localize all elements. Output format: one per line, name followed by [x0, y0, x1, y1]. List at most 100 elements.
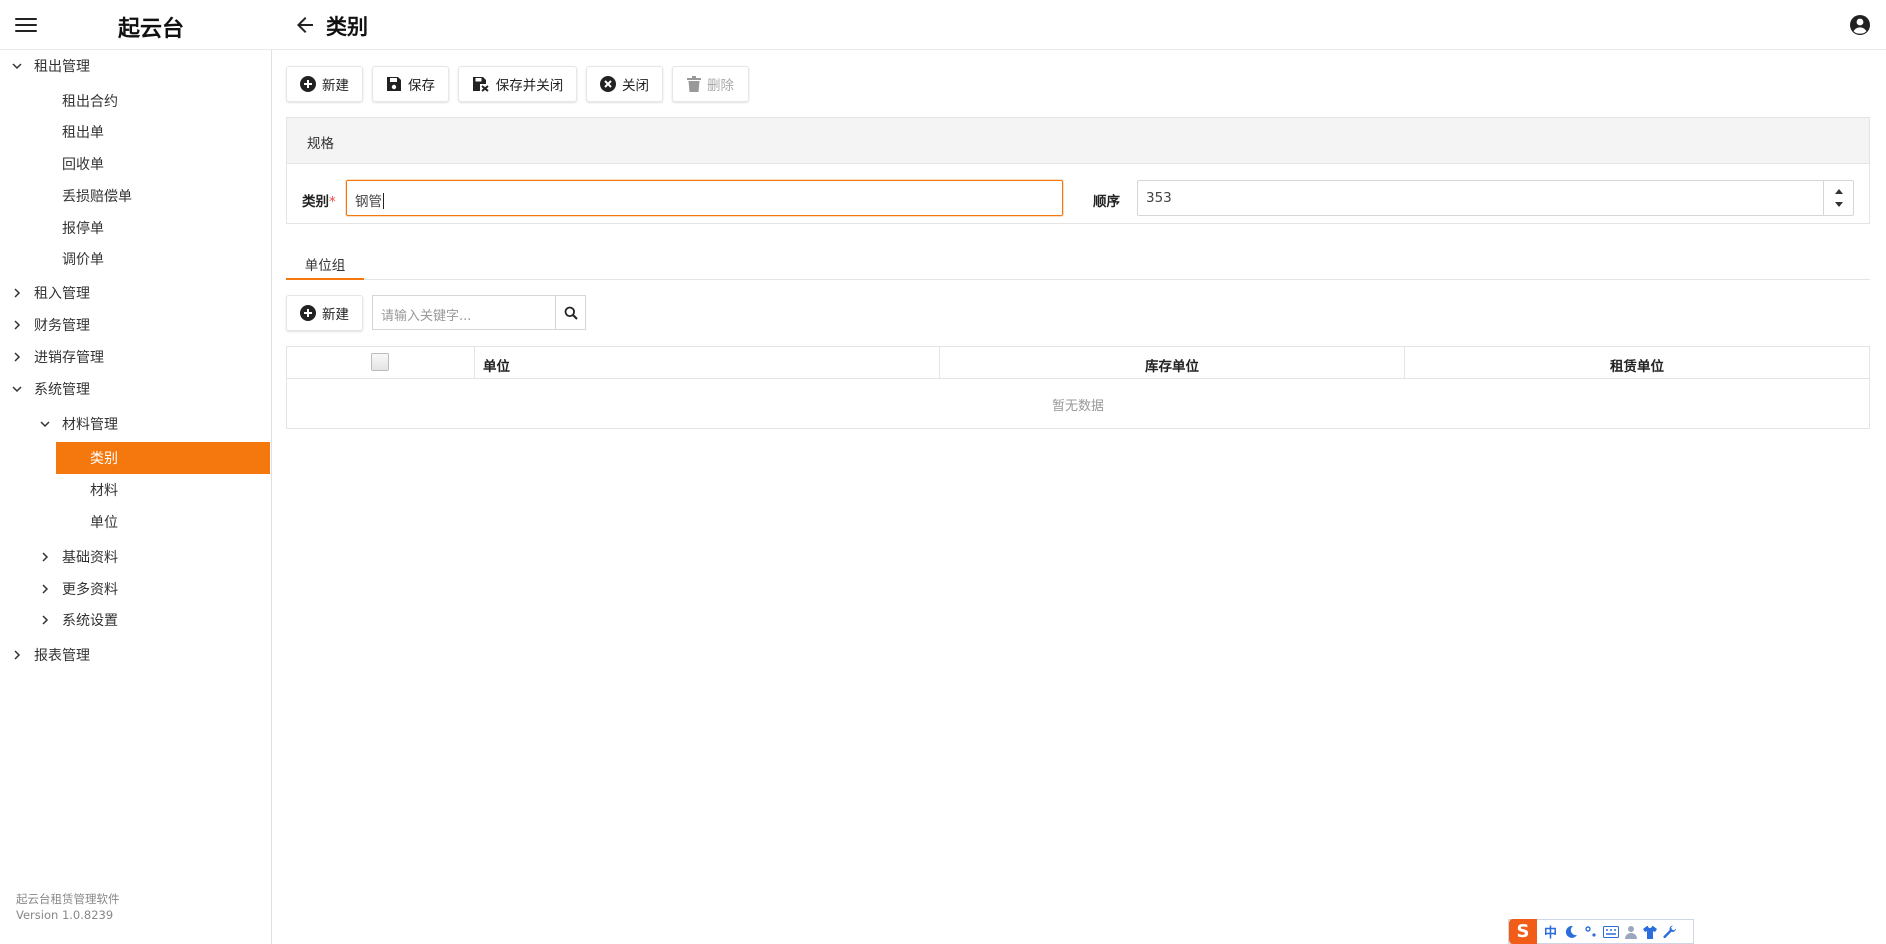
punctuation-icon[interactable] — [1585, 925, 1597, 939]
category-input[interactable]: 钢管 — [346, 180, 1063, 216]
sidebar-item-category[interactable]: 类别 — [56, 442, 270, 474]
category-label-text: 类别 — [302, 194, 329, 210]
chevron-right-icon — [14, 650, 21, 660]
sidebar-item-unit[interactable]: 单位 — [90, 507, 118, 537]
sidebar-item-price-adjust[interactable]: 调价单 — [62, 244, 104, 274]
save-and-close-label: 保存并关闭 — [495, 78, 564, 94]
sidebar-item-label: 丢损赔偿单 — [62, 189, 132, 205]
close-circle-icon — [600, 76, 616, 92]
sidebar-group-label: 财务管理 — [34, 318, 90, 334]
search-input[interactable]: 请输入关键字... — [372, 295, 555, 330]
search-icon — [564, 306, 578, 320]
increment-arrow-icon[interactable] — [1835, 189, 1843, 194]
sidebar-subgroup-materials[interactable]: 材料管理 — [38, 409, 118, 439]
trash-icon — [687, 76, 701, 92]
product-name: 起云台租赁管理软件 — [16, 892, 120, 906]
sidebar-subgroup-label: 更多资料 — [62, 582, 118, 598]
save-close-icon — [472, 77, 489, 92]
table-header: 单位 库存单位 租赁单位 — [287, 347, 1869, 379]
new-button[interactable]: 新建 — [286, 66, 363, 102]
category-input-value: 钢管 — [355, 194, 382, 210]
sidebar-subgroup-label: 基础资料 — [62, 550, 118, 566]
select-all-checkbox[interactable] — [371, 353, 389, 371]
delete-button-label: 删除 — [707, 78, 734, 94]
chevron-right-icon — [42, 552, 49, 562]
unit-table: 单位 库存单位 租赁单位 暂无数据 — [286, 346, 1870, 429]
chevron-down-icon — [12, 386, 22, 393]
chevron-down-icon — [12, 63, 22, 70]
sidebar-group-label: 报表管理 — [34, 648, 90, 664]
sidebar-item-label: 调价单 — [62, 252, 104, 268]
tab-unit-group[interactable]: 单位组 — [286, 248, 364, 280]
account-icon[interactable] — [1848, 13, 1872, 37]
chevron-right-icon — [42, 584, 49, 594]
empty-state-text: 暂无数据 — [1051, 399, 1104, 414]
chevron-right-icon — [14, 352, 21, 362]
delete-button[interactable]: 删除 — [672, 66, 749, 102]
tabs-divider — [286, 279, 1870, 280]
sidebar-subgroup-label: 系统设置 — [62, 613, 118, 629]
app-title: 起云台 — [118, 17, 185, 42]
sidebar-item-label: 报停单 — [62, 221, 104, 237]
sidebar-group-label: 租入管理 — [34, 286, 90, 302]
sidebar-subgroup-label: 材料管理 — [62, 417, 118, 433]
close-button-label: 关闭 — [622, 78, 649, 94]
save-button[interactable]: 保存 — [372, 66, 449, 102]
plus-circle-icon — [300, 305, 316, 321]
floppy-disk-icon — [387, 77, 401, 91]
order-stepper[interactable] — [1823, 180, 1853, 216]
column-header-unit[interactable]: 单位 — [475, 347, 940, 379]
decrement-arrow-icon[interactable] — [1835, 202, 1843, 207]
sidebar-item-label: 回收单 — [62, 157, 104, 173]
order-input-value: 353 — [1146, 190, 1172, 206]
sidebar-item-label: 材料 — [90, 483, 118, 499]
order-field-label: 顺序 — [1093, 194, 1120, 210]
sidebar-group-system[interactable]: 系统管理 — [10, 374, 90, 404]
version-text: Version 1.0.8239 — [16, 908, 114, 922]
close-button[interactable]: 关闭 — [586, 66, 663, 102]
sidebar-item-loss-compensation[interactable]: 丢损赔偿单 — [62, 181, 132, 211]
sidebar-group-rent-in[interactable]: 租入管理 — [10, 278, 90, 308]
save-button-label: 保存 — [408, 78, 435, 94]
sidebar-group-finance[interactable]: 财务管理 — [10, 310, 90, 340]
keyboard-icon[interactable] — [1603, 925, 1620, 938]
new-button-label: 新建 — [322, 78, 349, 94]
column-header-stock-unit[interactable]: 库存单位 — [940, 347, 1405, 379]
order-number-input[interactable]: 353 — [1137, 180, 1854, 216]
sidebar-item-label: 租出单 — [62, 125, 104, 141]
sidebar-group-rent-out[interactable]: 租出管理 — [10, 51, 90, 81]
sidebar-group-label: 进销存管理 — [34, 350, 104, 366]
top-bar: 起云台 类别 — [0, 0, 1886, 50]
add-unit-label: 新建 — [322, 307, 349, 323]
search-button[interactable] — [555, 295, 586, 330]
ime-logo-icon[interactable]: S — [1509, 919, 1537, 944]
add-unit-button[interactable]: 新建 — [286, 295, 363, 331]
chevron-right-icon — [14, 288, 21, 298]
user-silhouette-icon[interactable] — [1625, 925, 1638, 939]
sidebar: 租出管理 租出合约 租出单 回收单 丢损赔偿单 报停单 调价单 租入管理 财务管… — [0, 50, 272, 944]
back-arrow-icon[interactable] — [293, 13, 317, 37]
save-and-close-button[interactable]: 保存并关闭 — [458, 66, 577, 102]
sidebar-item-material[interactable]: 材料 — [90, 475, 118, 505]
column-header-rental-unit[interactable]: 租赁单位 — [1405, 347, 1869, 379]
sidebar-item-return-order[interactable]: 回收单 — [62, 149, 104, 179]
sidebar-item-suspension[interactable]: 报停单 — [62, 213, 104, 243]
moon-icon[interactable] — [1564, 925, 1578, 939]
skin-shirt-icon[interactable] — [1643, 925, 1658, 939]
required-marker: * — [329, 194, 336, 210]
select-all-cell — [287, 347, 475, 379]
sidebar-group-label: 系统管理 — [34, 382, 90, 398]
sidebar-item-label: 单位 — [90, 515, 118, 531]
sidebar-group-reports[interactable]: 报表管理 — [10, 640, 90, 670]
wrench-icon[interactable] — [1663, 925, 1677, 939]
menu-icon[interactable] — [15, 15, 37, 35]
ime-mode[interactable]: 中 — [1544, 922, 1557, 941]
sidebar-item-rent-out-contract[interactable]: 租出合约 — [62, 86, 118, 116]
sidebar-group-inventory[interactable]: 进销存管理 — [10, 342, 104, 372]
sidebar-subgroup-basic-data[interactable]: 基础资料 — [38, 542, 118, 572]
ime-toolbar[interactable]: S 中 — [1508, 919, 1694, 944]
chevron-down-icon — [40, 421, 50, 428]
sidebar-subgroup-more-data[interactable]: 更多资料 — [38, 574, 118, 604]
sidebar-subgroup-system-settings[interactable]: 系统设置 — [38, 605, 118, 635]
sidebar-item-rent-out-order[interactable]: 租出单 — [62, 117, 104, 147]
